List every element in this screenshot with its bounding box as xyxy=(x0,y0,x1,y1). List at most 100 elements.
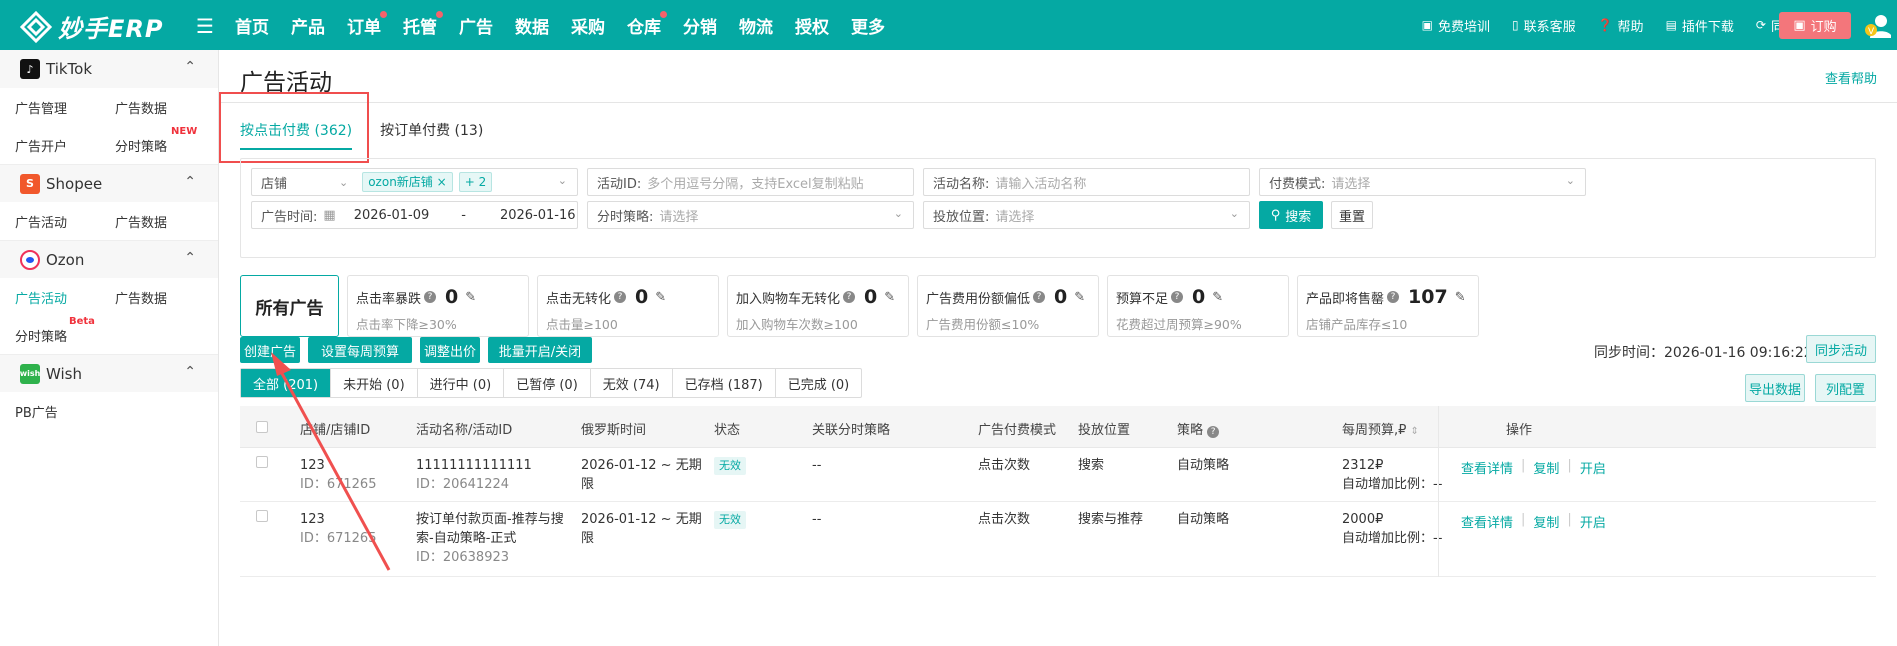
sidebar-item-ad-management[interactable]: 广告管理 xyxy=(15,98,115,117)
sort-icon[interactable]: ⇕ xyxy=(1411,426,1419,437)
edit-icon[interactable]: ✎ xyxy=(1455,290,1466,305)
nav-item-home[interactable]: 首页 xyxy=(235,13,269,38)
help-icon[interactable]: ? xyxy=(424,291,437,303)
col-weekly-budget[interactable]: 每周预算,₽ ⇕ xyxy=(1342,419,1419,438)
sidebar-item-time-strategy[interactable]: 分时策略 NEW xyxy=(115,126,215,155)
date-range-picker[interactable]: 广告时间: ▦ 2026-01-09 - 2026-01-16 xyxy=(251,201,578,229)
sidebar-item-ad-data[interactable]: 广告数据 xyxy=(115,288,215,307)
metric-card[interactable]: 点击率暴跌? 0 ✎ 点击率下降≥30% xyxy=(347,275,529,337)
activity-name-input[interactable]: 活动名称: 请输入活动名称 xyxy=(923,168,1250,196)
status-tab-invalid[interactable]: 无效 (74) xyxy=(591,369,673,397)
metric-card[interactable]: 广告费用份额偏低? 0 ✎ 广告费用份额≤10% xyxy=(917,275,1099,337)
chevron-down-icon: ⌄ xyxy=(1565,174,1575,187)
nav-item-logistics[interactable]: 物流 xyxy=(739,13,773,38)
column-config-button[interactable]: 列配置 xyxy=(1815,374,1876,402)
nav-item-hosting[interactable]: 托管 xyxy=(403,10,443,38)
batch-toggle-button[interactable]: 批量开启/关闭 xyxy=(488,337,592,363)
enable-link[interactable]: 开启 xyxy=(1580,512,1606,531)
view-details-link[interactable]: 查看详情 xyxy=(1461,512,1513,531)
status-tab-completed[interactable]: 已完成 (0) xyxy=(776,369,862,397)
sidebar-item-time-strategy[interactable]: 分时策略 Beta xyxy=(15,316,115,345)
nav-item-ads[interactable]: 广告 xyxy=(459,13,493,38)
sidebar-item-ad-data[interactable]: 广告数据 xyxy=(115,98,215,117)
close-icon[interactable]: × xyxy=(437,175,447,189)
time-strategy-select[interactable]: 分时策略: 请选择 ⌄ xyxy=(587,201,914,229)
nav-item-data[interactable]: 数据 xyxy=(515,13,549,38)
contact-support-link[interactable]: ▯ 联系客服 xyxy=(1512,16,1576,35)
more-shops-tag: + 2 xyxy=(458,172,493,192)
chevron-up-icon: ⌃ xyxy=(184,250,196,266)
sidebar-group-shopee[interactable]: S Shopee ⌃ xyxy=(0,164,218,202)
nav-item-orders[interactable]: 订单 xyxy=(347,10,387,38)
plugin-download-link[interactable]: ▤ 插件下载 xyxy=(1666,16,1734,35)
help-icon[interactable]: ? xyxy=(1207,426,1220,438)
status-tab-not-started[interactable]: 未开始 (0) xyxy=(331,369,418,397)
status-tab-all[interactable]: 全部 (201) xyxy=(241,369,332,397)
metric-card[interactable]: 点击无转化? 0 ✎ 点击量≥100 xyxy=(537,275,719,337)
all-ads-card[interactable]: 所有广告 xyxy=(240,275,339,337)
sidebar-item-ad-account[interactable]: 广告开户 xyxy=(15,136,115,155)
metric-card[interactable]: 产品即将售罄? 107 ✎ 店铺产品库存≤10 xyxy=(1297,275,1479,337)
nav-item-products[interactable]: 产品 xyxy=(291,13,325,38)
metric-card[interactable]: 加入购物车无转化? 0 ✎ 加入购物车次数≥100 xyxy=(727,275,909,337)
edit-icon[interactable]: ✎ xyxy=(655,290,666,305)
status-tab-paused[interactable]: 已暂停 (0) xyxy=(504,369,591,397)
copy-link[interactable]: 复制 xyxy=(1533,512,1559,531)
notification-dot xyxy=(436,10,443,18)
shop-tag: ozon新店铺 × xyxy=(362,172,453,192)
sidebar-group-wish[interactable]: wish Wish ⌃ xyxy=(0,354,218,392)
adjust-bid-button[interactable]: 调整出价 xyxy=(420,337,480,363)
nav-item-warehouse[interactable]: 仓库 xyxy=(627,10,667,38)
column-divider xyxy=(1438,406,1439,577)
nav-item-purchase[interactable]: 采购 xyxy=(571,13,605,38)
pay-mode-select[interactable]: 付费模式: 请选择 ⌄ xyxy=(1259,168,1586,196)
sidebar-item-ad-data[interactable]: 广告数据 xyxy=(115,212,215,231)
enable-link[interactable]: 开启 xyxy=(1580,458,1606,477)
nav-item-authorization[interactable]: 授权 xyxy=(795,13,829,38)
row-checkbox[interactable] xyxy=(256,456,268,468)
help-icon[interactable]: ? xyxy=(1387,291,1400,303)
menu-toggle-icon[interactable]: ☰ xyxy=(196,14,214,38)
help-link[interactable]: ❓ 帮助 xyxy=(1598,16,1644,35)
create-ad-button[interactable]: 创建广告 xyxy=(240,337,300,363)
sidebar-group-tiktok[interactable]: ♪ TikTok ⌃ xyxy=(0,50,218,88)
order-button[interactable]: ▣ 订购 xyxy=(1779,12,1851,39)
nav-item-more[interactable]: 更多 xyxy=(851,13,885,38)
status-tab-archived[interactable]: 已存档 (187) xyxy=(673,369,776,397)
free-training-link[interactable]: ▣ 免费培训 xyxy=(1422,16,1490,35)
metric-card[interactable]: 预算不足? 0 ✎ 花费超过周预算≥90% xyxy=(1107,275,1289,337)
export-data-button[interactable]: 导出数据 xyxy=(1745,374,1805,402)
set-weekly-budget-button[interactable]: 设置每周预算 xyxy=(308,337,412,363)
reset-button[interactable]: 重置 xyxy=(1331,201,1373,229)
user-avatar-icon[interactable]: V xyxy=(1865,14,1891,38)
edit-icon[interactable]: ✎ xyxy=(1212,290,1223,305)
search-button[interactable]: ⚲ 搜索 xyxy=(1259,201,1323,229)
edit-icon[interactable]: ✎ xyxy=(465,290,476,305)
edit-icon[interactable]: ✎ xyxy=(1074,290,1085,305)
tab-pay-per-order[interactable]: 按订单付费 (13) xyxy=(380,120,483,150)
placement-select[interactable]: 投放位置: 请选择 ⌄ xyxy=(923,201,1250,229)
notification-dot xyxy=(380,10,387,18)
copy-link[interactable]: 复制 xyxy=(1533,458,1559,477)
help-icon[interactable]: ? xyxy=(1033,291,1046,303)
nav-item-distribution[interactable]: 分销 xyxy=(683,13,717,38)
shop-select[interactable]: 店铺 ⌄ ozon新店铺 × + 2 ⌄ xyxy=(251,168,578,196)
col-operations: 操作 xyxy=(1506,423,1533,438)
sidebar-item-ad-campaigns[interactable]: 广告活动 xyxy=(15,212,115,231)
row-checkbox[interactable] xyxy=(256,510,268,522)
logo[interactable]: 妙手ERP xyxy=(20,9,163,44)
view-help-link[interactable]: 查看帮助 xyxy=(1825,68,1877,87)
help-icon[interactable]: ? xyxy=(614,291,627,303)
sidebar-item-pb-ads[interactable]: PB广告 xyxy=(15,402,115,421)
sync-activities-button[interactable]: 同步活动 xyxy=(1806,335,1876,363)
sidebar-item-ad-campaigns-active[interactable]: 广告活动 xyxy=(15,288,115,307)
help-icon[interactable]: ? xyxy=(1171,291,1184,303)
activity-id-input[interactable]: 活动ID: 多个用逗号分隔，支持Excel复制粘贴 xyxy=(587,168,914,196)
status-tab-running[interactable]: 进行中 (0) xyxy=(418,369,505,397)
sidebar-group-ozon[interactable]: Ozon ⌃ xyxy=(0,240,218,278)
help-icon[interactable]: ? xyxy=(843,291,856,303)
view-details-link[interactable]: 查看详情 xyxy=(1461,458,1513,477)
status-tabs: 全部 (201) 未开始 (0) 进行中 (0) 已暂停 (0) 无效 (74)… xyxy=(240,368,863,398)
edit-icon[interactable]: ✎ xyxy=(884,290,895,305)
select-all-checkbox[interactable] xyxy=(256,421,268,433)
